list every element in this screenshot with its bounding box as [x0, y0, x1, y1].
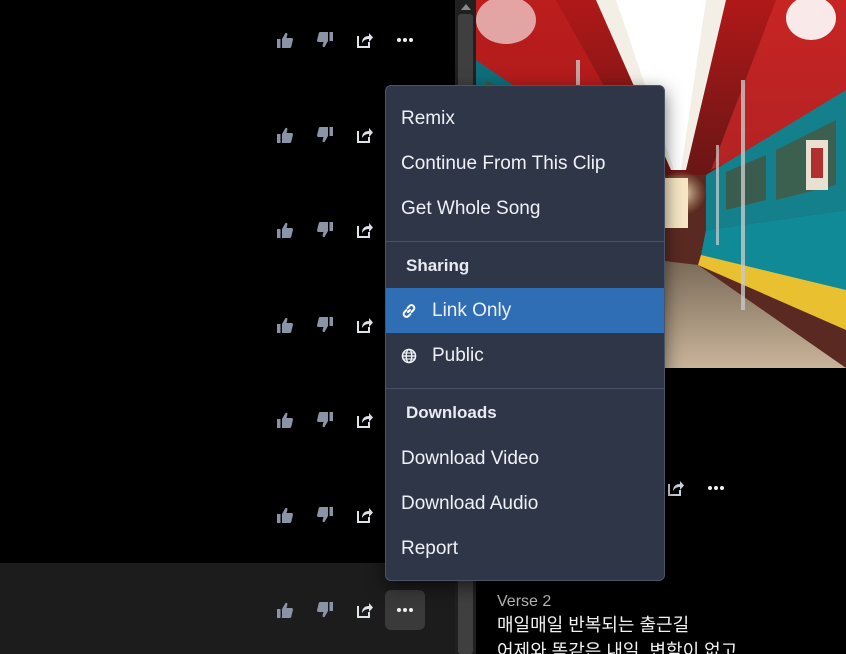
thumbs-down-icon [316, 31, 334, 49]
more-icon [708, 486, 724, 490]
menu-item-get-whole-song[interactable]: Get Whole Song [386, 186, 664, 231]
like-button[interactable] [265, 115, 305, 155]
downloads-header: Downloads [406, 403, 497, 422]
dislike-button[interactable] [305, 20, 345, 60]
share-icon [356, 411, 374, 429]
thumbs-up-icon [276, 31, 294, 49]
song-row-actions [265, 590, 425, 630]
share-icon [356, 221, 374, 239]
menu-item-label: Get Whole Song [401, 197, 541, 219]
share-button[interactable] [345, 115, 385, 155]
menu-item-label: Report [401, 537, 459, 559]
share-button[interactable] [345, 305, 385, 345]
menu-item-continue-from-clip[interactable]: Continue From This Clip [386, 141, 664, 186]
menu-item-label: Download Video [401, 447, 540, 469]
thumbs-up-icon [276, 221, 294, 239]
thumbs-down-icon [316, 411, 334, 429]
scroll-up-arrow-icon[interactable] [455, 0, 476, 14]
menu-item-download-video[interactable]: Download Video [386, 436, 664, 481]
dislike-button[interactable] [305, 210, 345, 250]
link-icon [401, 303, 417, 319]
menu-item-public[interactable]: Public [386, 333, 664, 378]
menu-item-link-only[interactable]: Link Only [386, 288, 664, 333]
lyric-line: 어제와 똑같은 내일, 변함이 없고 [497, 641, 738, 654]
details-more-button[interactable] [696, 468, 736, 508]
lyric-line: 매일매일 반복되는 출근길 [497, 615, 690, 635]
like-button[interactable] [265, 210, 305, 250]
dislike-button[interactable] [305, 115, 345, 155]
share-icon [356, 126, 374, 144]
thumbs-up-icon [276, 411, 294, 429]
dislike-button[interactable] [305, 305, 345, 345]
share-button[interactable] [345, 210, 385, 250]
more-icon [397, 38, 413, 42]
menu-item-label: Continue From This Clip [401, 152, 606, 174]
globe-icon [401, 348, 417, 364]
share-button[interactable] [345, 400, 385, 440]
thumbs-up-icon [276, 601, 294, 619]
thumbs-down-icon [316, 221, 334, 239]
share-icon [356, 506, 374, 524]
menu-divider [386, 388, 664, 389]
more-button[interactable] [385, 590, 425, 630]
thumbs-down-icon [316, 506, 334, 524]
details-action-bar [656, 468, 736, 508]
menu-item-report[interactable]: Report [386, 526, 664, 571]
thumbs-down-icon [316, 316, 334, 334]
menu-item-label: Remix [401, 107, 455, 129]
app-root: Verse 2 매일매일 반복되는 출근길 어제와 똑같은 내일, 변함이 없고… [0, 0, 846, 654]
menu-divider [386, 241, 664, 242]
menu-item-label: Public [432, 344, 484, 366]
more-icon [397, 608, 413, 612]
menu-item-label: Download Audio [401, 492, 539, 514]
menu-item-download-audio[interactable]: Download Audio [386, 481, 664, 526]
menu-item-remix[interactable]: Remix [386, 96, 664, 141]
like-button[interactable] [265, 495, 305, 535]
share-button[interactable] [345, 20, 385, 60]
dislike-button[interactable] [305, 495, 345, 535]
like-button[interactable] [265, 20, 305, 60]
thumbs-up-icon [276, 506, 294, 524]
song-row[interactable] [0, 0, 455, 88]
share-icon [356, 601, 374, 619]
dislike-button[interactable] [305, 590, 345, 630]
thumbs-down-icon [316, 601, 334, 619]
share-icon [356, 31, 374, 49]
share-button[interactable] [345, 495, 385, 535]
sharing-header: Sharing [406, 256, 470, 275]
context-menu: Remix Continue From This Clip Get Whole … [385, 85, 665, 581]
like-button[interactable] [265, 305, 305, 345]
share-icon [667, 479, 685, 497]
song-row-actions [265, 20, 425, 60]
like-button[interactable] [265, 400, 305, 440]
like-button[interactable] [265, 590, 305, 630]
thumbs-down-icon [316, 126, 334, 144]
thumbs-up-icon [276, 126, 294, 144]
lyrics: Verse 2 매일매일 반복되는 출근길 어제와 똑같은 내일, 변함이 없고 [497, 592, 837, 654]
dislike-button[interactable] [305, 400, 345, 440]
menu-item-label: Link Only [432, 299, 512, 321]
share-icon [356, 316, 374, 334]
lyrics-verse-label: Verse 2 [497, 593, 552, 610]
more-button[interactable] [385, 20, 425, 60]
share-button[interactable] [345, 590, 385, 630]
thumbs-up-icon [276, 316, 294, 334]
